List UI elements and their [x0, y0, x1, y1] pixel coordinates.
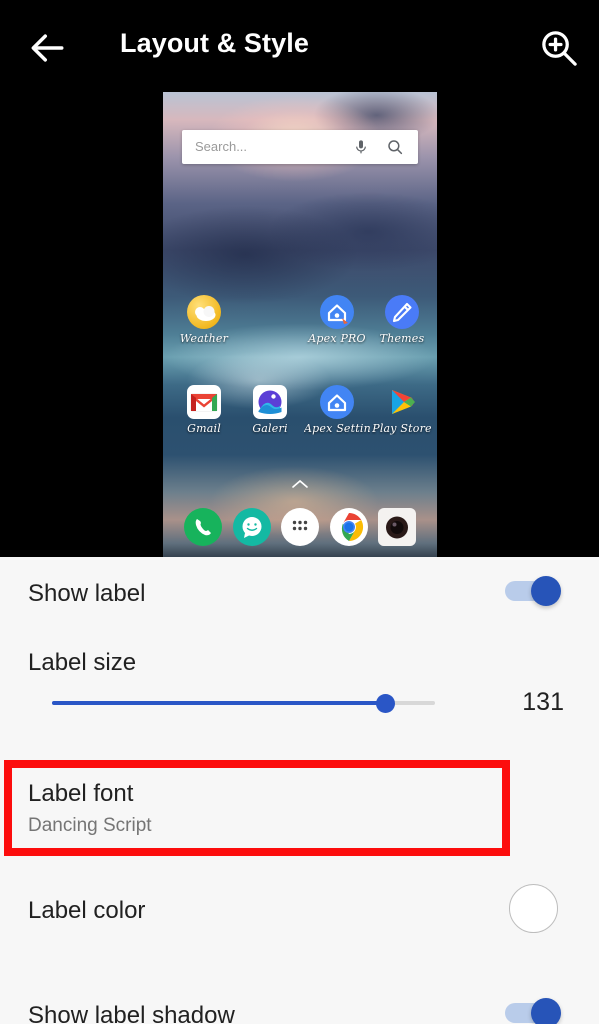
search-icon[interactable]: [386, 138, 404, 156]
show-label-shadow-toggle[interactable]: [505, 998, 567, 1024]
chevron-up-icon[interactable]: [291, 476, 309, 488]
search-widget[interactable]: Search...: [182, 130, 418, 164]
setting-row-label-color[interactable]: Label color: [0, 877, 599, 957]
messages-icon[interactable]: [233, 508, 271, 546]
app-bar: Layout & Style: [0, 0, 599, 92]
setting-label: Label font: [28, 780, 134, 807]
gmail-icon: [187, 385, 221, 419]
label-size-slider[interactable]: [52, 690, 435, 716]
label-size-value: 131: [522, 688, 564, 716]
setting-label: Show label: [28, 580, 146, 607]
label-color-swatch[interactable]: [509, 884, 558, 933]
show-label-toggle[interactable]: [505, 576, 567, 606]
slider-fill: [52, 701, 386, 705]
dock: [163, 500, 437, 557]
setting-value: Dancing Script: [28, 815, 152, 836]
page-title: Layout & Style: [120, 28, 309, 58]
app-label: Weather: [179, 332, 229, 345]
settings-list: Show label Label size 131 Label font Dan…: [0, 557, 599, 1024]
chrome-icon[interactable]: [330, 508, 368, 546]
app-drawer-icon[interactable]: [281, 508, 319, 546]
toggle-thumb: [531, 998, 561, 1024]
microphone-icon[interactable]: [353, 138, 369, 156]
weather-icon: [187, 295, 221, 329]
app-label: Apex PRO: [308, 332, 366, 345]
play-store-icon: [385, 385, 419, 419]
app-cell-weather[interactable]: Weather: [171, 295, 237, 345]
apex-settings-icon: [320, 385, 354, 419]
app-screen: Layout & Style Search... Weather Apex PR…: [0, 0, 599, 1024]
setting-label: Label size: [28, 649, 137, 676]
back-arrow-icon[interactable]: [26, 26, 70, 70]
setting-row-show-label-shadow[interactable]: Show label shadow: [0, 977, 599, 1024]
gallery-icon: [253, 385, 287, 419]
app-label: Apex Settin...: [304, 422, 370, 435]
app-label: Play Store: [372, 422, 432, 435]
app-label: Gmail: [187, 422, 221, 435]
app-label: Galeri: [252, 422, 288, 435]
app-label: Themes: [379, 332, 425, 345]
app-cell-gmail[interactable]: Gmail: [171, 385, 237, 435]
camera-icon[interactable]: [378, 508, 416, 546]
magnify-plus-icon[interactable]: [536, 25, 582, 71]
toggle-thumb: [531, 576, 561, 606]
app-cell-apex-settings[interactable]: Apex Settin...: [304, 385, 370, 435]
setting-row-label-font[interactable]: Label font Dancing Script: [0, 762, 599, 852]
app-cell-play-store[interactable]: Play Store: [369, 385, 435, 435]
phone-icon[interactable]: [184, 508, 222, 546]
app-cell-galeri[interactable]: Galeri: [237, 385, 303, 435]
setting-row-show-label[interactable]: Show label: [0, 557, 599, 635]
apex-pro-icon: [320, 295, 354, 329]
setting-label: Show label shadow: [28, 1002, 235, 1024]
setting-row-label-size[interactable]: Label size 131: [0, 649, 599, 734]
homescreen-preview[interactable]: Search... Weather Apex PRO Themes Gmail …: [163, 92, 437, 557]
app-cell-apex-pro[interactable]: Apex PRO: [304, 295, 370, 345]
search-placeholder-text: Search...: [195, 139, 248, 154]
setting-label: Label color: [28, 897, 146, 924]
themes-icon: [385, 295, 419, 329]
app-cell-themes[interactable]: Themes: [369, 295, 435, 345]
slider-thumb[interactable]: [375, 694, 395, 713]
